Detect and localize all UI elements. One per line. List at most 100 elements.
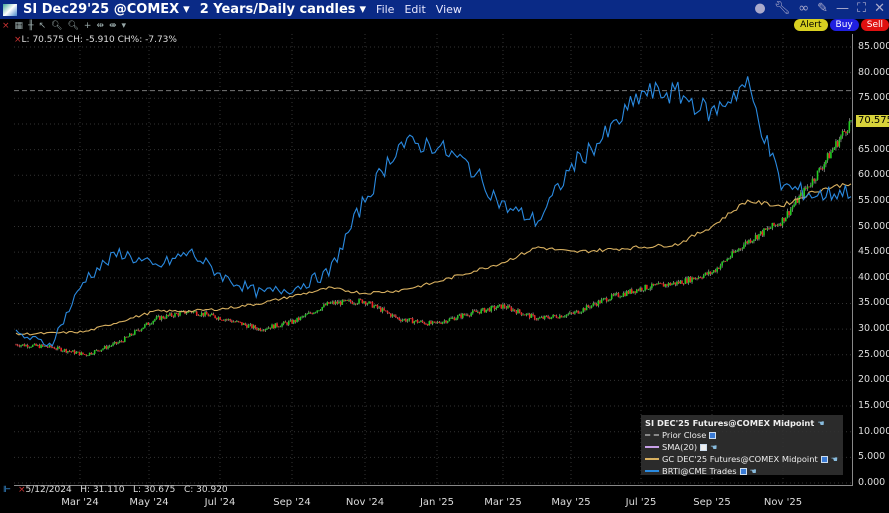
visibility-checkbox[interactable] [709,431,717,439]
candle [813,178,815,182]
close-cursor-info-icon[interactable]: × [18,485,26,495]
candle [666,284,668,286]
draw-icon[interactable]: ↖ [38,21,46,31]
candle [799,192,802,197]
candle [117,342,119,344]
candle [617,293,620,297]
candle [622,293,625,297]
candle [374,304,377,306]
scroll-handle-icon[interactable]: ⊩ [3,485,11,495]
close-info-icon[interactable]: × [14,35,22,45]
visibility-checkbox[interactable] [820,455,828,463]
visibility-checkbox[interactable] [700,443,708,451]
candle [687,276,690,283]
zoom-out-icon[interactable]: 🔍︎ [67,21,78,31]
candle [771,222,774,229]
compress-icon[interactable]: ⇼ [109,21,117,31]
candle [92,353,94,355]
wrench-icon[interactable]: 🔧︎ [774,1,791,16]
hand-icon[interactable]: ☚ [710,443,717,452]
candle [830,151,832,159]
candle [237,321,240,322]
candle [108,346,111,347]
chevron-down-icon[interactable]: ▾ [360,2,367,17]
link-icon[interactable]: ∞ [798,1,809,16]
candle [430,321,432,324]
candle [272,324,275,329]
buy-button[interactable]: Buy [829,19,859,31]
y-tick-label: 45.000 [858,246,889,258]
candle [103,346,106,349]
candle [453,317,456,321]
candle [512,309,514,311]
hand-icon[interactable]: ☚ [750,467,757,476]
candle [93,350,96,354]
candle [62,350,64,352]
last-price-label: 70.575 [856,115,889,127]
visibility-checkbox[interactable] [739,467,747,475]
candle [781,217,784,226]
alert-button[interactable]: Alert [794,19,828,31]
candle [450,318,452,319]
candle [815,179,817,182]
candle [651,283,653,289]
candle [820,168,822,169]
candle [57,346,59,350]
candle [594,303,596,304]
candle [204,312,206,316]
symbol-selector[interactable]: SI Dec29'25 @COMEX [23,2,179,17]
candle [530,314,533,318]
candle [704,272,707,276]
candle [291,320,293,324]
candle [425,323,427,325]
candle [729,256,732,259]
candle [373,305,375,308]
candle [139,330,141,332]
close-toolbar-icon[interactable]: × [2,21,10,31]
period-selector[interactable]: 2 Years/Daily candles [200,2,356,17]
x-tick-label: Sep '24 [273,497,311,508]
zoom-in-icon[interactable]: 🔍︎ [51,21,62,31]
candle [600,299,603,304]
candle [301,316,303,318]
candle [244,323,247,325]
hand-icon[interactable]: ☚ [831,455,838,464]
candle [401,319,404,322]
candle [200,312,203,316]
candle [277,326,280,328]
minimize-icon[interactable]: — [836,1,849,16]
crosshair-icon[interactable]: + [84,21,92,31]
pin-icon[interactable]: ✎ [817,1,828,16]
candle [748,239,750,244]
legend-label: Prior Close [662,430,707,440]
candle [639,287,641,291]
expand-icon[interactable]: ⇹ [96,21,104,31]
menu-file[interactable]: File [376,3,394,16]
candle [696,278,698,280]
menu-edit[interactable]: Edit [404,3,425,16]
candle [326,302,329,306]
chevron-down-icon[interactable]: ▾ [183,2,190,17]
candle [562,316,564,318]
legend-item: BRTI@CME Trades ☚ [645,465,839,477]
candle [346,299,349,301]
candle [620,296,623,298]
chat-icon[interactable]: ● [754,1,765,16]
bar-icon[interactable]: ╫ [28,21,33,31]
candle [249,324,252,325]
candle [410,318,412,320]
candle [721,261,723,266]
candle [614,293,616,296]
candle [836,141,839,147]
candle [247,324,250,328]
chart-type-icon[interactable]: ▦ [15,21,24,31]
candle [654,284,657,286]
candle [165,314,168,319]
menu-view[interactable]: View [436,3,462,16]
candle [642,290,645,292]
hand-icon[interactable]: ☚ [817,419,824,428]
candle [36,344,39,346]
candle [460,314,462,318]
more-icon[interactable]: ▾ [122,21,127,31]
candle [508,305,511,308]
